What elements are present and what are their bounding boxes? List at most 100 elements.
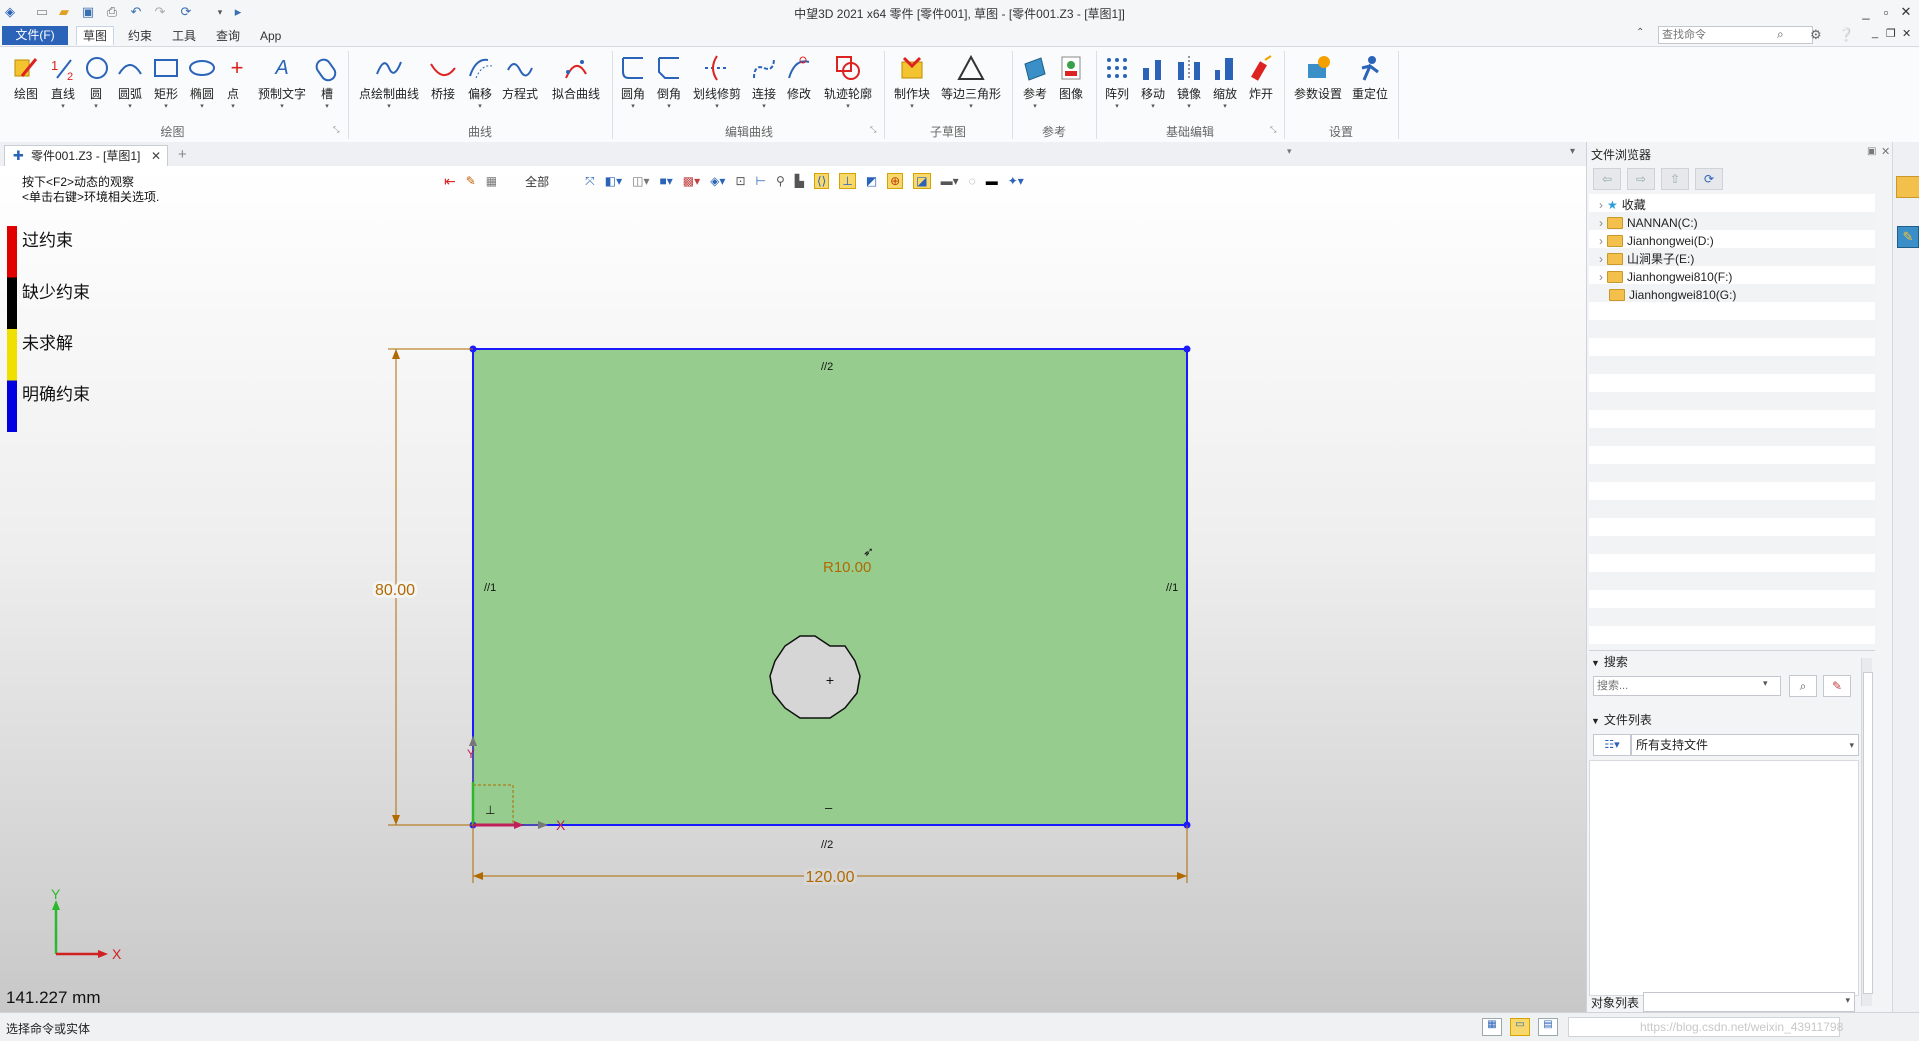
file-list-section-title[interactable]: ▼ 文件列表	[1591, 710, 1652, 730]
fillet-button[interactable]: 圆角 ▾	[618, 53, 648, 111]
expand-chevron-icon[interactable]: ›	[1599, 232, 1603, 250]
collapse-ribbon-icon[interactable]: ⌃	[1636, 27, 1644, 38]
tree-item-favorites[interactable]: › ★ 收藏	[1599, 196, 1646, 214]
offset-button[interactable]: 偏移 ▾	[464, 53, 496, 111]
scrollbar-thumb[interactable]	[1863, 672, 1873, 994]
panel-toggle-icon[interactable]: ▤	[1538, 1018, 1558, 1036]
display-icon[interactable]: ▭	[1510, 1018, 1530, 1036]
connect-button[interactable]: 连接 ▾	[748, 53, 780, 111]
pattern-button[interactable]: 阵列 ▾	[1102, 53, 1132, 111]
constraint-parallel-bottom[interactable]: //2	[821, 839, 833, 851]
circle-button[interactable]: 圆 ▾	[82, 53, 110, 111]
line-button[interactable]: 12 直线 ▾	[46, 53, 80, 111]
expand-chevron-icon[interactable]: ›	[1599, 250, 1603, 268]
panel-collapse-icon[interactable]: ▾	[1287, 146, 1292, 157]
reference-button[interactable]: 参考 ▾	[1020, 53, 1050, 111]
equation-button[interactable]: 方程式	[500, 53, 540, 102]
ellipse-button[interactable]: 椭圆 ▾	[186, 53, 218, 111]
modify-button[interactable]: 修改	[784, 53, 814, 102]
restore-icon[interactable]: _	[1858, 4, 1874, 20]
forward-arrow-icon[interactable]: ⇨	[1627, 168, 1655, 190]
sketch-canvas[interactable]: + R10.00 ➶ //2 //2 //1 //1 – 80.00 120.0…	[0, 166, 1586, 1012]
help-icon[interactable]: ❔	[1838, 27, 1854, 43]
back-arrow-icon[interactable]: ⇦	[1593, 168, 1621, 190]
preset-text-button[interactable]: A 预制文字 ▾	[254, 53, 310, 111]
menu-tools[interactable]: 工具	[166, 27, 202, 45]
file-list-area[interactable]	[1589, 760, 1859, 996]
gear-icon[interactable]: ⚙	[1810, 27, 1822, 43]
width-dimension[interactable]: 120.00	[803, 866, 858, 889]
explode-button[interactable]: 炸开	[1246, 53, 1276, 102]
sketch-rectangle[interactable]	[472, 348, 1188, 826]
group-expand-icon[interactable]: ⤡	[870, 125, 876, 135]
new-tab-plus-icon[interactable]: +	[178, 146, 187, 163]
radius-dimension[interactable]: R10.00	[823, 559, 871, 576]
sketch-viewport[interactable]: 按下<F2>动态的观察 <单击右键>环境相关选项. ⇤ ✎ ▦ 全部 ⤧ ◧▾ …	[0, 166, 1586, 1012]
move-button[interactable]: 移动 ▾	[1138, 53, 1168, 111]
mirror-button[interactable]: 镜像 ▾	[1174, 53, 1204, 111]
group-expand-icon[interactable]: ⤡	[1270, 125, 1276, 135]
tree-item-drive[interactable]: › 山涧果子(E:)	[1599, 250, 1694, 268]
panel-close-icon[interactable]: ✕	[1881, 145, 1890, 158]
make-block-button[interactable]: 制作块 ▾	[892, 53, 932, 111]
file-type-filter[interactable]: 所有支持文件 ▾	[1631, 734, 1859, 756]
file-menu[interactable]: 文件(F)	[2, 26, 68, 45]
parameter-settings-button[interactable]: 参数设置	[1292, 53, 1344, 102]
search-button[interactable]: ⌕	[1789, 675, 1817, 697]
menu-sketch[interactable]: 草图	[76, 26, 115, 45]
height-dimension[interactable]: 80.00	[372, 579, 418, 602]
tree-item-drive[interactable]: › NANNAN(C:)	[1599, 214, 1698, 232]
expand-chevron-icon[interactable]: ›	[1599, 196, 1603, 214]
rectangle-button[interactable]: 矩形 ▾	[150, 53, 182, 111]
expand-chevron-icon[interactable]: ›	[1599, 268, 1603, 286]
file-browser-tab-icon[interactable]	[1896, 176, 1919, 198]
constraint-parallel-right[interactable]: //1	[1166, 582, 1178, 594]
slot-button[interactable]: 槽 ▾	[312, 53, 342, 111]
up-arrow-icon[interactable]: ⇧	[1661, 168, 1689, 190]
constraint-parallel-top[interactable]: //2	[821, 361, 833, 373]
doc-restore-icon[interactable]: ❐	[1886, 27, 1896, 40]
object-list-dropdown[interactable]: ▾	[1643, 992, 1855, 1012]
panel-scrollbar[interactable]	[1861, 658, 1873, 1006]
collapse-triangle-icon[interactable]: ▼	[1591, 716, 1600, 726]
command-search-input[interactable]	[1658, 26, 1813, 44]
reposition-button[interactable]: 重定位	[1350, 53, 1390, 102]
point-curve-button[interactable]: 点绘制曲线 ▾	[356, 53, 422, 111]
circular-hole[interactable]	[769, 635, 861, 719]
view-mode-dropdown[interactable]: ☷▾	[1593, 734, 1631, 756]
document-tab[interactable]: ✚ 零件001.Z3 - [草图1] ✕	[4, 145, 168, 167]
search-dropdown-icon[interactable]: ▾	[1763, 678, 1768, 689]
layout-icon[interactable]: ▦	[1482, 1018, 1502, 1036]
tree-item-drive[interactable]: › Jianhongwei(D:)	[1599, 232, 1714, 250]
collapse-triangle-icon[interactable]: ▼	[1591, 658, 1600, 668]
point-button[interactable]: + 点 ▾	[222, 53, 244, 111]
menu-query[interactable]: 查询	[210, 27, 246, 45]
trace-contour-button[interactable]: 轨迹轮廓 ▾	[820, 53, 876, 111]
resource-library-tab-icon[interactable]: ✎	[1897, 226, 1919, 248]
close-icon[interactable]: ✕	[1898, 4, 1914, 20]
menu-constraint[interactable]: 约束	[122, 27, 158, 45]
fit-curve-button[interactable]: 拟合曲线	[550, 53, 602, 102]
chamfer-button[interactable]: 倒角 ▾	[654, 53, 684, 111]
draw-button[interactable]: 绘图	[8, 53, 44, 102]
panel-float-icon[interactable]: ▣	[1867, 146, 1876, 157]
tree-item-drive[interactable]: Jianhongwei810(G:)	[1599, 286, 1736, 304]
refresh-icon[interactable]: ⟳	[1695, 168, 1723, 190]
image-button[interactable]: 图像	[1056, 53, 1086, 102]
menu-app[interactable]: App	[254, 27, 287, 45]
doc-close-icon[interactable]: ✕	[1902, 27, 1911, 40]
arc-button[interactable]: 圆弧 ▾	[114, 53, 146, 111]
group-expand-icon[interactable]: ⤡	[333, 125, 339, 135]
tree-item-drive[interactable]: › Jianhongwei810(F:)	[1599, 268, 1732, 286]
expand-chevron-icon[interactable]: ›	[1599, 214, 1603, 232]
file-search-input[interactable]	[1593, 676, 1781, 696]
maximize-icon[interactable]: ▫	[1878, 4, 1894, 20]
tab-close-icon[interactable]: ✕	[151, 146, 161, 166]
doc-minimize-icon[interactable]: _	[1872, 27, 1878, 39]
scale-button[interactable]: 缩放 ▾	[1210, 53, 1240, 111]
tab-list-dropdown-icon[interactable]: ▾	[1570, 146, 1575, 157]
search-section-title[interactable]: ▼ 搜索	[1591, 652, 1628, 672]
bridge-button[interactable]: 桥接	[428, 53, 458, 102]
trim-button[interactable]: 划线修剪 ▾	[690, 53, 744, 111]
constraint-parallel-left[interactable]: //1	[484, 582, 496, 594]
